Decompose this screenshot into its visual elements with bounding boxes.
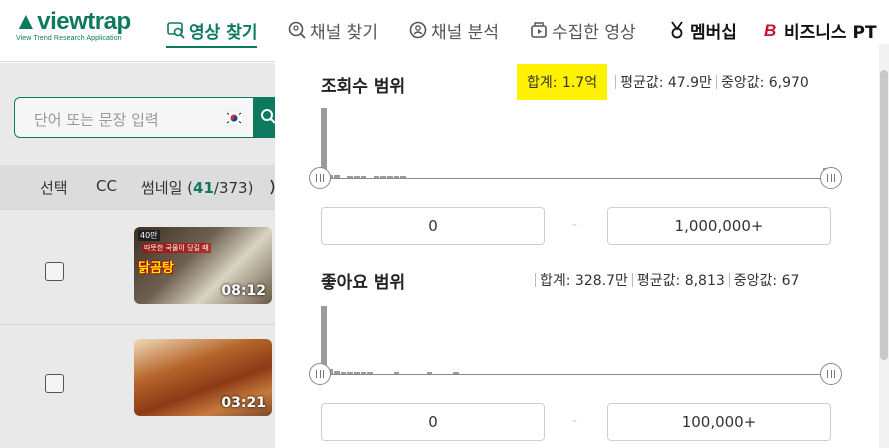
logo-tagline: View Trend Research Application: [16, 35, 122, 42]
collection-icon: [531, 22, 547, 38]
thumbnail-count-shown: 41: [193, 179, 214, 197]
nav-channel-search[interactable]: 채널 찾기: [287, 15, 378, 45]
video-thumbnail[interactable]: 40만 따뜻한 국물이 당길 때 닭곰탕 08:12: [134, 227, 272, 304]
thumbnail-count-total: /373): [213, 179, 254, 197]
grip-icon: [827, 370, 835, 378]
business-b-icon: B: [764, 21, 776, 40]
video-duration: 03:21: [221, 395, 266, 411]
likes-stats: 합계: 328.7만 평균값: 8,813 중앙값: 67: [531, 270, 799, 290]
views-max-handle[interactable]: [820, 167, 842, 189]
likes-median: 중앙값: 67: [733, 273, 800, 289]
grip-icon: [316, 370, 324, 378]
thumbnail-caption: 따뜻한 국물이 당길 때: [142, 243, 211, 253]
row-select-checkbox[interactable]: [45, 262, 64, 281]
video-search-icon: [167, 22, 185, 39]
video-duration: 08:12: [221, 283, 266, 299]
likes-max-input[interactable]: 100,000+: [607, 403, 831, 441]
likes-min-handle[interactable]: [309, 363, 331, 385]
nav-collected-videos[interactable]: 수집한 영상: [529, 15, 636, 45]
views-stats: 합계: 1.7억 평균값: 47.9만 중앙값: 6,970: [517, 64, 809, 100]
views-median: 중앙값: 6,970: [720, 75, 809, 91]
viewtrap-logo[interactable]: ▲viewtrap View Trend Research Applicatio…: [14, 8, 131, 43]
views-badge: 40만: [138, 230, 160, 241]
nav-label: 비즈니스 PT: [784, 22, 877, 43]
views-range-title: 조회수 범위: [321, 77, 406, 97]
likes-min-input[interactable]: 0: [321, 403, 545, 441]
stats-separator: [535, 273, 536, 287]
stats-separator: [728, 273, 730, 287]
nav-label: 수집한 영상: [552, 22, 636, 43]
likes-slider-track[interactable]: [321, 374, 830, 375]
row-select-checkbox[interactable]: [45, 374, 64, 393]
views-min-handle[interactable]: [309, 167, 331, 189]
nav-label: 멤버십: [690, 22, 737, 43]
views-histogram: [321, 108, 830, 178]
medal-icon: [671, 21, 683, 39]
panel-scrollbar[interactable]: [879, 44, 889, 448]
nav-label: 채널 분석: [431, 22, 499, 43]
header-thumbnail[interactable]: 썸네일 (41/373): [141, 177, 253, 198]
search-input[interactable]: 단어 또는 문장 입력: [14, 97, 260, 138]
stats-separator: [715, 75, 717, 89]
header-cc: CC: [96, 177, 117, 195]
likes-total: 합계: 328.7만: [540, 273, 628, 289]
header-select: 선택: [40, 179, 68, 197]
grip-icon: [827, 174, 835, 182]
range-dash: -: [572, 217, 578, 233]
thumbnail-tag: 닭곰탕: [138, 261, 174, 276]
views-total: 합계: 1.7억: [517, 64, 608, 100]
svg-text:B: B: [764, 21, 776, 40]
views-max-input[interactable]: 1,000,000+: [607, 207, 831, 245]
nav-video-search[interactable]: 영상 찾기: [166, 15, 258, 48]
video-thumbnail[interactable]: 03:21: [134, 339, 272, 416]
views-min-input[interactable]: 0: [321, 207, 545, 245]
views-average: 평균값: 47.9만: [620, 75, 712, 91]
scrollbar-thumb[interactable]: [880, 70, 888, 360]
nav-label: 영상 찾기: [189, 22, 258, 43]
nav-membership[interactable]: 멤버십: [667, 15, 737, 45]
range-dash: -: [572, 413, 578, 429]
nav-channel-analysis[interactable]: 채널 분석: [408, 15, 499, 45]
grip-icon: [316, 174, 324, 182]
nav-label: 채널 찾기: [310, 22, 378, 43]
nav-business-pt[interactable]: B 비즈니스 PT: [763, 15, 877, 45]
stats-separator: [615, 75, 617, 89]
channel-analysis-icon: [409, 21, 427, 39]
range-filter-panel: 조회수 범위 합계: 1.7억 평균값: 47.9만 중앙값: 6,970 0 …: [275, 44, 889, 448]
stats-separator: [631, 273, 633, 287]
views-slider-track[interactable]: [321, 178, 830, 179]
korea-flag-icon[interactable]: [225, 109, 243, 127]
search-placeholder: 단어 또는 문장 입력: [34, 111, 159, 129]
channel-search-icon: [288, 21, 306, 39]
logo-text: viewtrap: [37, 8, 131, 35]
likes-max-handle[interactable]: [820, 363, 842, 385]
likes-histogram: [321, 306, 830, 374]
likes-range-title: 좋아요 범위: [321, 273, 406, 293]
likes-average: 평균값: 8,813: [636, 273, 725, 289]
